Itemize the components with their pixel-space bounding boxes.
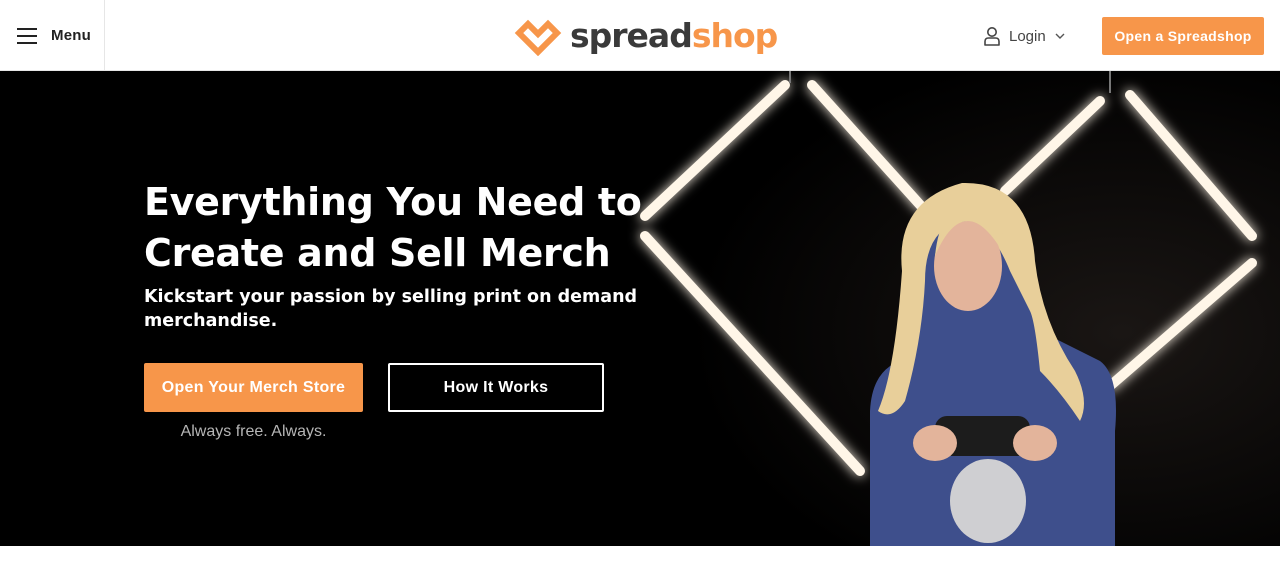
always-free-note: Always free. Always.	[180, 423, 327, 440]
logo-text-prefix: spread	[570, 16, 693, 55]
user-icon	[984, 27, 1000, 46]
logo-text-suffix: shop	[691, 16, 778, 55]
site-header: Menu spreadshop Login Open a Spreadshop	[0, 0, 1280, 71]
logo-wordmark: spreadshop	[570, 14, 778, 58]
login-label: Login	[1009, 27, 1046, 45]
hero-title: Everything You Need to Create and Sell M…	[144, 180, 642, 275]
open-spreadshop-button[interactable]: Open a Spreadshop	[1102, 17, 1264, 55]
hero-subtitle: Kickstart your passion by selling print …	[144, 287, 638, 331]
hero-banner: Everything You Need to Create and Sell M…	[0, 71, 1280, 546]
menu-button[interactable]: Menu	[0, 0, 105, 71]
chevron-down-icon	[1055, 33, 1065, 39]
spreadshop-heart-logo-icon	[514, 19, 562, 56]
how-it-works-button[interactable]: How It Works	[388, 363, 604, 412]
login-dropdown[interactable]: Login	[983, 22, 1066, 50]
spreadshop-logo[interactable]: spreadshop	[514, 14, 778, 58]
menu-label: Menu	[51, 27, 91, 44]
open-merch-store-button[interactable]: Open Your Merch Store	[144, 363, 363, 412]
hamburger-icon	[17, 27, 37, 44]
